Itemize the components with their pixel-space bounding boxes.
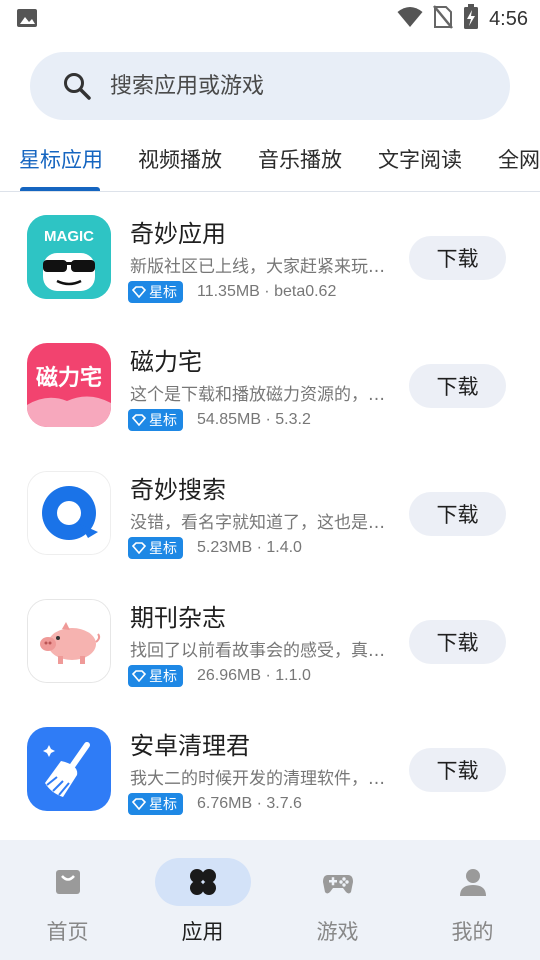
magic-app-icon: MAGIC bbox=[27, 215, 111, 299]
download-button[interactable]: 下载 bbox=[409, 492, 506, 536]
tab-music[interactable]: 音乐播放 bbox=[258, 144, 342, 174]
list-item[interactable]: 期刊杂志 找回了以前看故事会的感受，真… 星标 26.96MB · 1.1.0 … bbox=[0, 584, 540, 712]
pig-app-icon bbox=[27, 599, 111, 683]
app-description: 没错，看名字就知道了，这也是… bbox=[130, 513, 385, 533]
app-description: 这个是下载和播放磁力资源的，… bbox=[130, 385, 385, 405]
app-size-version: 54.85MB · 5.3.2 bbox=[197, 411, 311, 428]
star-badge: 星标 bbox=[128, 281, 183, 303]
nav-games[interactable]: 游戏 bbox=[270, 840, 405, 960]
list-item[interactable]: MAGIC 奇妙应用 新版社区已上线，大家赶紧来玩… 星标 11.35MB · … bbox=[0, 200, 540, 328]
diamond-icon bbox=[132, 414, 146, 426]
bottom-nav: 首页 应用 游戏 我的 bbox=[0, 840, 540, 960]
app-size-version: 5.23MB · 1.4.0 bbox=[197, 539, 302, 556]
gamepad-icon bbox=[323, 875, 353, 894]
download-button[interactable]: 下载 bbox=[409, 236, 506, 280]
app-description: 新版社区已上线，大家赶紧来玩… bbox=[130, 257, 385, 277]
category-tabs: 星标应用 视频播放 音乐播放 文字阅读 全网 bbox=[0, 130, 540, 192]
apps-icon bbox=[190, 869, 216, 895]
app-size-version: 26.96MB · 1.1.0 bbox=[197, 667, 311, 684]
list-item[interactable]: 安卓清理君 我大二的时候开发的清理软件，… 星标 6.76MB · 3.7.6 … bbox=[0, 712, 540, 840]
tab-indicator bbox=[20, 187, 100, 191]
diamond-icon bbox=[132, 286, 146, 298]
app-size-version: 6.76MB · 3.7.6 bbox=[197, 795, 302, 812]
star-badge: 星标 bbox=[128, 665, 183, 687]
magnet-app-icon: 磁力宅 bbox=[27, 343, 111, 427]
app-description: 我大二的时候开发的清理软件，… bbox=[130, 769, 385, 789]
app-description: 找回了以前看故事会的感受，真… bbox=[130, 641, 385, 661]
list-item[interactable]: 磁力宅 磁力宅 这个是下载和播放磁力资源的，… 星标 54.85MB · 5.3… bbox=[0, 328, 540, 456]
magnet-icon-text: 磁力宅 bbox=[36, 365, 102, 391]
download-button[interactable]: 下载 bbox=[409, 620, 506, 664]
nav-home[interactable]: 首页 bbox=[0, 840, 135, 960]
app-name: 安卓清理君 bbox=[130, 732, 250, 760]
tab-all-web[interactable]: 全网 bbox=[498, 144, 540, 174]
diamond-icon bbox=[132, 670, 146, 682]
search-icon bbox=[64, 73, 91, 100]
app-name: 奇妙应用 bbox=[130, 220, 226, 248]
app-name: 磁力宅 bbox=[130, 348, 202, 376]
tab-starred-apps[interactable]: 星标应用 bbox=[19, 144, 103, 174]
magic-icon-text: MAGIC bbox=[44, 228, 94, 245]
status-time: 4:56 bbox=[489, 7, 528, 30]
wifi-icon bbox=[397, 6, 423, 32]
download-button[interactable]: 下载 bbox=[409, 748, 506, 792]
app-size-version: 11.35MB · beta0.62 bbox=[197, 283, 337, 300]
diamond-icon bbox=[132, 542, 146, 554]
broom-app-icon bbox=[27, 727, 111, 811]
battery-charging-icon bbox=[463, 4, 479, 34]
image-notification-icon bbox=[16, 8, 38, 32]
star-badge: 星标 bbox=[128, 537, 183, 559]
nav-apps[interactable]: 应用 bbox=[135, 840, 270, 960]
download-button[interactable]: 下载 bbox=[409, 364, 506, 408]
search-app-icon bbox=[27, 471, 111, 555]
diamond-icon bbox=[132, 798, 146, 810]
app-name: 期刊杂志 bbox=[130, 604, 226, 632]
tab-video[interactable]: 视频播放 bbox=[138, 144, 222, 174]
tab-reading[interactable]: 文字阅读 bbox=[378, 144, 462, 174]
person-icon bbox=[460, 869, 486, 896]
no-sim-icon bbox=[433, 5, 454, 33]
status-bar: 4:56 bbox=[0, 0, 540, 36]
star-badge: 星标 bbox=[128, 793, 183, 815]
app-name: 奇妙搜索 bbox=[130, 476, 226, 504]
bag-icon bbox=[56, 870, 80, 894]
search-bar[interactable] bbox=[30, 52, 510, 120]
list-item[interactable]: 奇妙搜索 没错，看名字就知道了，这也是… 星标 5.23MB · 1.4.0 下… bbox=[0, 456, 540, 584]
nav-me[interactable]: 我的 bbox=[405, 840, 540, 960]
search-input[interactable] bbox=[110, 73, 470, 99]
star-badge: 星标 bbox=[128, 409, 183, 431]
